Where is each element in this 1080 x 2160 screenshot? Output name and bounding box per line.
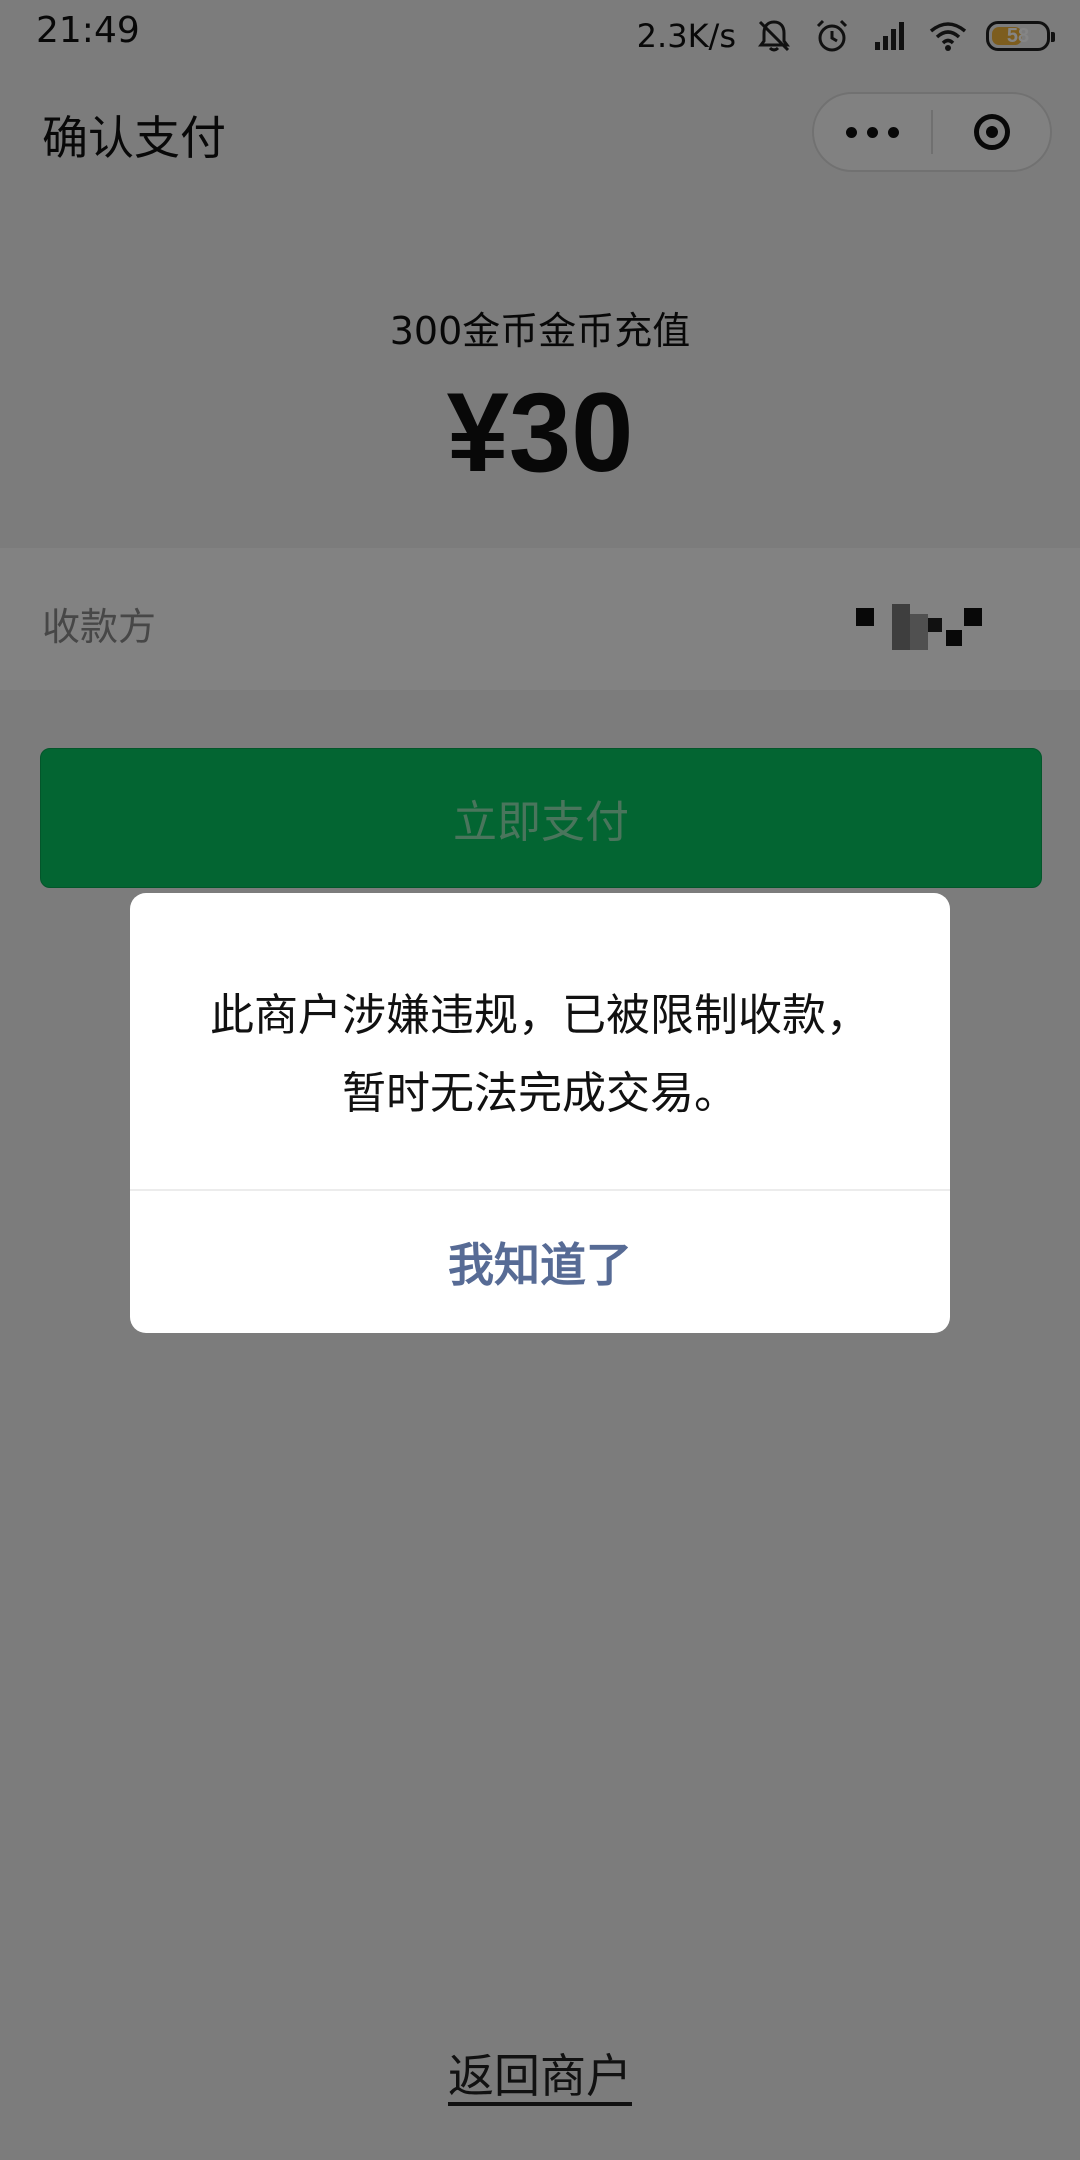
alert-dialog: 此商户涉嫌违规，已被限制收款，暂时无法完成交易。 我知道了 [130, 893, 950, 1333]
dialog-message: 此商户涉嫌违规，已被限制收款，暂时无法完成交易。 [210, 990, 870, 1119]
dialog-confirm-button[interactable]: 我知道了 [130, 1191, 950, 1333]
